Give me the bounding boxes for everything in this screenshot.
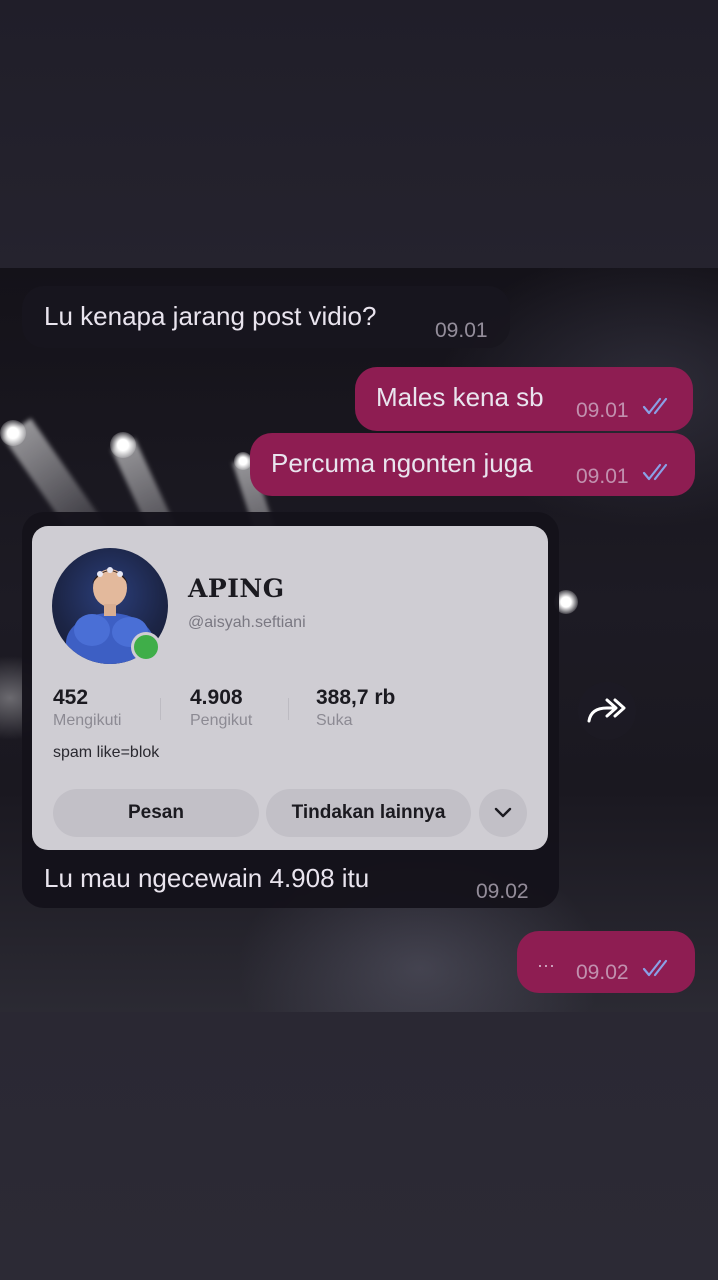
message-button[interactable]: Pesan xyxy=(53,789,259,837)
stat-divider xyxy=(160,698,161,720)
message-time: 09.02 xyxy=(576,961,629,984)
likes-label: Suka xyxy=(316,712,353,729)
read-ticks-icon xyxy=(642,959,668,977)
message-time: 09.01 xyxy=(576,399,629,422)
message-text: Males kena sb xyxy=(376,382,544,412)
profile-name: APING xyxy=(188,574,285,603)
likes-count: 388,7 rb xyxy=(316,686,396,709)
bottom-letterbox xyxy=(0,1012,718,1280)
screen: Lu kenapa jarang post vidio? 09.01 Males… xyxy=(0,0,718,1280)
message-bubble-outgoing[interactable]: Males kena sb 09.01 xyxy=(355,367,693,431)
message-text: Lu mau ngecewain 4.908 itu xyxy=(44,863,370,893)
stat-divider xyxy=(288,698,289,720)
top-letterbox xyxy=(0,0,718,268)
followers-label: Pengikut xyxy=(190,712,253,729)
message-time: 09.01 xyxy=(435,319,488,342)
online-status-dot xyxy=(131,632,161,662)
stage-light xyxy=(110,432,136,458)
chevron-down-icon xyxy=(494,807,512,818)
message-text: Lu kenapa jarang post vidio? xyxy=(44,301,377,331)
following-count: 452 xyxy=(53,686,89,709)
read-ticks-icon xyxy=(642,397,668,415)
message-bubble-outgoing[interactable]: Percuma ngonten juga 09.01 xyxy=(250,433,695,496)
read-ticks-icon xyxy=(642,463,668,481)
message-time: 09.02 xyxy=(476,880,529,903)
forward-icon xyxy=(587,698,626,723)
expand-button[interactable] xyxy=(479,789,527,837)
message-time: 09.01 xyxy=(576,465,629,488)
stage-light xyxy=(0,420,26,446)
profile-card[interactable]: APING @aisyah.seftiani 452 Mengikuti 4.9… xyxy=(32,526,548,850)
forward-button[interactable] xyxy=(578,682,636,740)
profile-handle: @aisyah.seftiani xyxy=(188,614,306,631)
following-label: Mengikuti xyxy=(53,712,122,729)
message-bubble-outgoing[interactable]: ··· 09.02 xyxy=(517,931,695,993)
message-text: Percuma ngonten juga xyxy=(271,448,533,478)
message-text: ··· xyxy=(537,955,555,975)
profile-bio: spam like=blok xyxy=(53,744,160,761)
more-actions-button[interactable]: Tindakan lainnya xyxy=(266,789,471,837)
message-bubble-incoming[interactable]: Lu kenapa jarang post vidio? 09.01 xyxy=(22,286,510,348)
followers-count: 4.908 xyxy=(190,686,243,709)
